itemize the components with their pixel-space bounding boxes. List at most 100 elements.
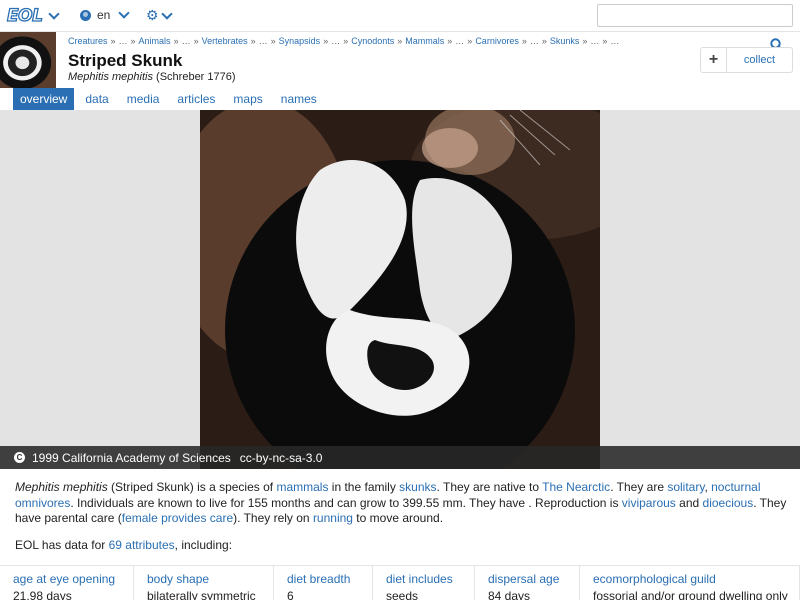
attribute-key[interactable]: body shape: [147, 572, 273, 586]
top-nav: EOL en ⚙: [0, 0, 800, 32]
breadcrumb-separator: »: [541, 36, 547, 46]
desc-text: . They are: [610, 480, 668, 494]
breadcrumb-ellipsis: …: [455, 36, 465, 46]
link-attributes[interactable]: 69 attributes: [109, 538, 175, 552]
page-title: Striped Skunk: [68, 51, 183, 70]
attribute-cell[interactable]: ecomorphological guild fossorial and/or g…: [580, 566, 800, 600]
desc-text: and: [675, 495, 703, 510]
breadcrumb-separator: »: [467, 36, 473, 46]
desc-text: in the family: [328, 480, 400, 494]
link-nearctic[interactable]: The Nearctic: [542, 480, 610, 494]
breadcrumb-link[interactable]: Cynodonts: [351, 36, 394, 46]
link-solitary[interactable]: solitary: [667, 480, 704, 494]
breadcrumb-separator: »: [173, 36, 179, 46]
collect-label: collect: [743, 54, 776, 66]
search-input[interactable]: [597, 4, 793, 27]
eol-data-summary: EOL has data for 69 attributes, includin…: [15, 538, 232, 552]
chevron-down-icon: [118, 7, 131, 19]
breadcrumb-separator: »: [397, 36, 403, 46]
breadcrumb-separator: »: [110, 36, 116, 46]
media-credit-bar: C 1999 California Academy of Sciences cc…: [0, 446, 800, 469]
breadcrumb-ellipsis: …: [610, 36, 620, 46]
breadcrumb-link[interactable]: Carnivores: [475, 36, 519, 46]
breadcrumb-link[interactable]: Synapsids: [279, 36, 321, 46]
attribute-key[interactable]: ecomorphological guild: [593, 572, 799, 586]
breadcrumb-ellipsis: …: [590, 36, 600, 46]
media-license[interactable]: cc-by-nc-sa-3.0: [240, 451, 323, 465]
page-tabs: overview data media articles maps names: [13, 88, 328, 110]
breadcrumb-separator: »: [582, 36, 588, 46]
breadcrumb-link[interactable]: Creatures: [68, 36, 108, 46]
attribute-key[interactable]: diet includes: [386, 572, 474, 586]
link-omnivores[interactable]: omnivores: [15, 496, 70, 510]
breadcrumb-ellipsis: …: [529, 36, 539, 46]
desc-text: . Individuals are known to live for 155 …: [70, 495, 622, 510]
attribute-key[interactable]: diet breadth: [287, 572, 372, 586]
breadcrumb-separator: »: [130, 36, 136, 46]
attribute-cell[interactable]: dispersal age 84 days: [475, 566, 580, 600]
taxon-description: Mephitis mephitis (Striped Skunk) is a s…: [15, 480, 790, 527]
breadcrumb-link[interactable]: Animals: [139, 36, 171, 46]
gear-icon: ⚙: [146, 7, 159, 23]
breadcrumb: Creatures»…» Animals»…» Vertebrates»…» Syna…: [68, 36, 619, 46]
eol-logo-text: EOL: [6, 5, 43, 26]
desc-sci-name: Mephitis mephitis: [15, 480, 108, 494]
attribute-value: seeds: [386, 589, 419, 600]
breadcrumb-separator: »: [250, 36, 256, 46]
breadcrumb-separator: »: [521, 36, 527, 46]
chevron-down-icon[interactable]: [48, 8, 61, 20]
chevron-down-icon: [160, 7, 173, 20]
skunk-photo[interactable]: [200, 110, 600, 469]
copyright-icon: C: [14, 452, 25, 463]
breadcrumb-ellipsis: …: [331, 36, 341, 46]
link-viviparous[interactable]: viviparous: [622, 496, 676, 510]
eol-logo[interactable]: EOL: [6, 5, 61, 27]
desc-text: to move around.: [352, 511, 444, 525]
attribute-cell[interactable]: diet breadth 6: [274, 566, 373, 600]
attribute-key[interactable]: dispersal age: [488, 572, 579, 586]
link-running[interactable]: running: [313, 511, 353, 525]
tab-names[interactable]: names: [274, 88, 324, 110]
breadcrumb-ellipsis: …: [118, 36, 128, 46]
desc-text: ). They rely on: [233, 511, 313, 525]
link-dioecious[interactable]: dioecious: [703, 496, 754, 510]
eol-data-prefix: EOL has data for: [15, 538, 109, 552]
link-skunks[interactable]: skunks: [399, 480, 436, 494]
link-nocturnal[interactable]: nocturnal: [711, 480, 760, 494]
language-menu[interactable]: en: [80, 7, 131, 22]
breadcrumb-link[interactable]: Vertebrates: [202, 36, 248, 46]
tab-overview[interactable]: overview: [13, 88, 75, 110]
desc-text: (Striped Skunk) is a species of: [107, 480, 277, 494]
breadcrumb-ellipsis: …: [258, 36, 268, 46]
collect-button[interactable]: + collect: [700, 47, 793, 73]
attribute-cell[interactable]: body shape bilaterally symmetric: [134, 566, 274, 600]
attribute-cell[interactable]: age at eye opening 21.98 days: [0, 566, 134, 600]
plus-icon: +: [701, 48, 727, 72]
language-label: en: [97, 8, 111, 22]
media-credit: 1999 California Academy of Sciences: [32, 450, 231, 465]
settings-menu[interactable]: ⚙: [146, 7, 173, 24]
scientific-name: Mephitis mephitis: [68, 71, 153, 83]
breadcrumb-separator: »: [323, 36, 329, 46]
attribute-key[interactable]: age at eye opening: [13, 572, 133, 586]
attribute-strip: age at eye opening 21.98 days body shape bi…: [0, 565, 800, 600]
breadcrumb-link[interactable]: Mammals: [405, 36, 444, 46]
attribute-value: bilaterally symmetric: [147, 589, 256, 600]
tab-data[interactable]: data: [78, 88, 115, 110]
link-female-provides-care[interactable]: female provides care: [122, 511, 233, 525]
desc-text: . They are native to: [436, 480, 543, 494]
breadcrumb-link[interactable]: Skunks: [550, 36, 580, 46]
breadcrumb-separator: »: [343, 36, 349, 46]
breadcrumb-separator: »: [447, 36, 453, 46]
attribute-cell[interactable]: diet includes seeds: [373, 566, 475, 600]
link-mammals[interactable]: mammals: [276, 480, 328, 494]
tab-media[interactable]: media: [120, 88, 167, 110]
breadcrumb-separator: »: [193, 36, 199, 46]
taxon-thumbnail[interactable]: [0, 32, 56, 88]
attribute-value: 21.98 days: [13, 589, 72, 600]
tab-maps[interactable]: maps: [226, 88, 269, 110]
scientific-name-line: Mephitis mephitis (Schreber 1776): [68, 71, 236, 83]
media-stage: C 1999 California Academy of Sciences cc…: [0, 110, 800, 469]
globe-icon: [80, 9, 91, 21]
tab-articles[interactable]: articles: [170, 88, 222, 110]
